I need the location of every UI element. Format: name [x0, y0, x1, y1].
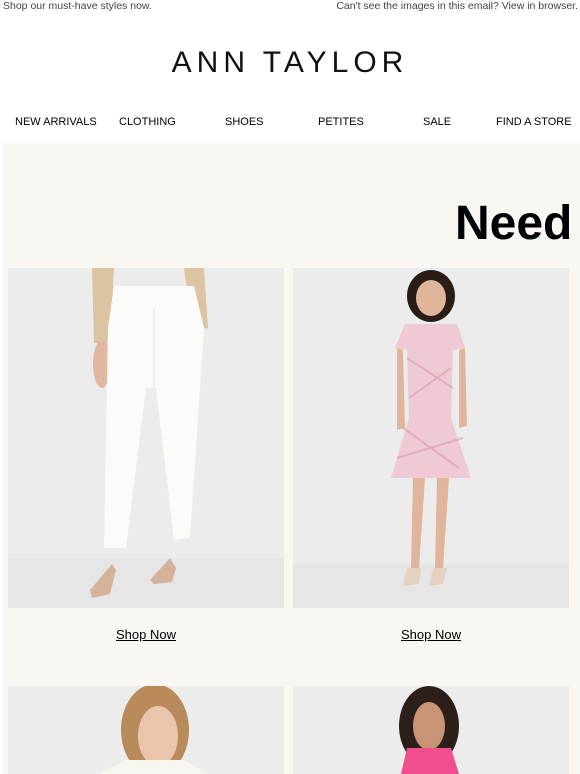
product-image-white-trousers[interactable]	[8, 268, 284, 608]
nav-item-find-a-store[interactable]: FIND A STORE	[496, 116, 572, 128]
product-image-pink-top[interactable]	[293, 686, 569, 774]
nav-item-new-arrivals[interactable]: NEW ARRIVALS	[15, 116, 97, 128]
shop-now-link[interactable]: Shop Now	[293, 627, 569, 642]
preheader: Shop our must-have styles now. Can't see…	[0, 0, 580, 14]
nav-item-sale[interactable]: SALE	[423, 116, 451, 128]
product-image-white-blazer[interactable]	[8, 686, 284, 774]
nav-item-clothing[interactable]: CLOTHING	[119, 116, 176, 128]
hero-headline: Need	[455, 197, 573, 250]
brand-logo[interactable]: ANN TAYLOR	[0, 46, 580, 80]
product-image-pink-tweed-dress[interactable]	[293, 268, 569, 608]
shop-now-link[interactable]: Shop Now	[8, 627, 284, 642]
nav-item-petites[interactable]: PETITES	[318, 116, 364, 128]
preheader-text: Shop our must-have styles now.	[3, 0, 152, 12]
view-in-browser-link[interactable]: Can't see the images in this email? View…	[336, 0, 578, 12]
nav-item-shoes[interactable]: SHOES	[225, 116, 264, 128]
main-nav: NEW ARRIVALS CLOTHING SHOES PETITES SALE…	[0, 116, 580, 134]
